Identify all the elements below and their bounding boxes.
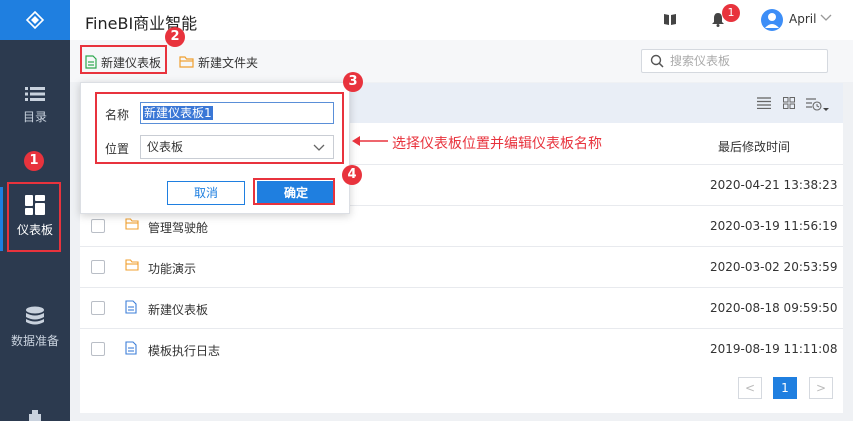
top-header: FineBI商业智能 1 April bbox=[70, 0, 853, 40]
row-name: 模板执行日志 bbox=[148, 344, 221, 358]
sort-time-icon[interactable] bbox=[806, 97, 830, 113]
next-page-button[interactable]: > bbox=[809, 377, 833, 399]
location-select[interactable]: 仪表板 bbox=[140, 135, 334, 159]
step-badge-1: 1 bbox=[24, 151, 44, 171]
row-time: 2020-03-19 11:56:19 bbox=[710, 219, 838, 233]
new-dashboard-label: 新建仪表板 bbox=[101, 55, 162, 70]
new-folder-button[interactable]: 新建文件夹 bbox=[179, 52, 258, 72]
sidebar-item-partial[interactable] bbox=[0, 410, 70, 421]
row-name: 新建仪表板 bbox=[148, 303, 209, 317]
location-label: 位置 bbox=[105, 142, 130, 156]
current-page[interactable]: 1 bbox=[773, 377, 797, 399]
toolbar: 新建仪表板 新建文件夹 bbox=[70, 40, 853, 82]
logo-icon bbox=[25, 10, 45, 30]
column-header-modified-time[interactable]: 最后修改时间 bbox=[718, 138, 790, 155]
avatar[interactable] bbox=[761, 9, 783, 31]
table-row[interactable]: 模板执行日志 2019-08-19 11:11:08 bbox=[80, 328, 843, 368]
table-row[interactable]: 功能演示 2020-03-02 20:53:59 bbox=[80, 246, 843, 286]
step-badge-4: 4 bbox=[342, 165, 362, 185]
step-badge-2: 2 bbox=[165, 27, 185, 47]
row-checkbox[interactable] bbox=[91, 219, 105, 233]
database-icon bbox=[26, 306, 44, 325]
settings-icon bbox=[29, 410, 41, 421]
row-time: 2020-04-21 13:38:23 bbox=[710, 178, 838, 192]
step-badge-3: 3 bbox=[343, 72, 363, 92]
book-icon[interactable] bbox=[663, 12, 677, 26]
name-label: 名称 bbox=[105, 108, 130, 122]
new-dashboard-button[interactable]: 新建仪表板 bbox=[85, 52, 161, 72]
logo[interactable] bbox=[0, 0, 70, 40]
folder-icon bbox=[125, 259, 139, 271]
row-checkbox[interactable] bbox=[91, 260, 105, 274]
chevron-down-icon bbox=[313, 144, 325, 151]
annotation-arrow-icon bbox=[352, 136, 388, 146]
grid-view-icon[interactable] bbox=[783, 97, 795, 109]
row-time: 2019-08-19 11:11:08 bbox=[710, 342, 838, 356]
sidebar-item-label: 目录 bbox=[22, 110, 47, 124]
row-time: 2020-08-18 09:59:50 bbox=[710, 301, 838, 315]
search-input[interactable] bbox=[670, 54, 810, 68]
new-folder-label: 新建文件夹 bbox=[198, 55, 259, 70]
row-time: 2020-03-02 20:53:59 bbox=[710, 260, 838, 274]
sidebar: 目录 仪表板 数据准备 bbox=[0, 0, 70, 421]
annotation-hint: 选择仪表板位置并编辑仪表板名称 bbox=[392, 136, 602, 152]
sidebar-item-label: 数据准备 bbox=[10, 334, 59, 348]
list-view-icon[interactable] bbox=[757, 97, 771, 109]
folder-icon bbox=[179, 56, 194, 68]
sidebar-item-data-prep[interactable]: 数据准备 bbox=[0, 306, 70, 349]
folder-icon bbox=[125, 218, 139, 230]
dashboard-file-icon bbox=[125, 341, 137, 355]
prev-page-button[interactable]: < bbox=[738, 377, 762, 399]
ok-button[interactable]: 确定 bbox=[257, 181, 335, 205]
sidebar-item-label: 仪表板 bbox=[16, 223, 53, 237]
sidebar-item-dashboard[interactable]: 仪表板 bbox=[0, 187, 70, 251]
name-input[interactable]: 新建仪表板1 bbox=[140, 102, 334, 124]
username[interactable]: April bbox=[789, 12, 816, 26]
row-checkbox[interactable] bbox=[91, 342, 105, 356]
search-box[interactable] bbox=[641, 49, 828, 73]
sidebar-item-catalog[interactable]: 目录 bbox=[0, 86, 70, 125]
name-input-value: 新建仪表板1 bbox=[143, 106, 213, 120]
list-icon bbox=[25, 87, 45, 101]
row-name: 功能演示 bbox=[148, 262, 197, 276]
dashboard-file-icon bbox=[125, 300, 137, 314]
search-icon bbox=[650, 54, 664, 68]
table-row[interactable]: 新建仪表板 2020-08-18 09:59:50 bbox=[80, 287, 843, 327]
dashboard-icon bbox=[25, 195, 45, 215]
notification-badge: 1 bbox=[722, 4, 740, 22]
chevron-down-icon[interactable] bbox=[820, 14, 832, 22]
row-name: 管理驾驶舱 bbox=[148, 221, 209, 235]
new-dashboard-icon bbox=[85, 55, 97, 69]
row-checkbox[interactable] bbox=[91, 301, 105, 315]
location-select-value: 仪表板 bbox=[147, 140, 184, 154]
cancel-button[interactable]: 取消 bbox=[167, 181, 245, 205]
user-icon bbox=[765, 13, 779, 28]
new-dashboard-dialog: 名称 新建仪表板1 位置 仪表板 取消 确定 bbox=[80, 82, 350, 214]
